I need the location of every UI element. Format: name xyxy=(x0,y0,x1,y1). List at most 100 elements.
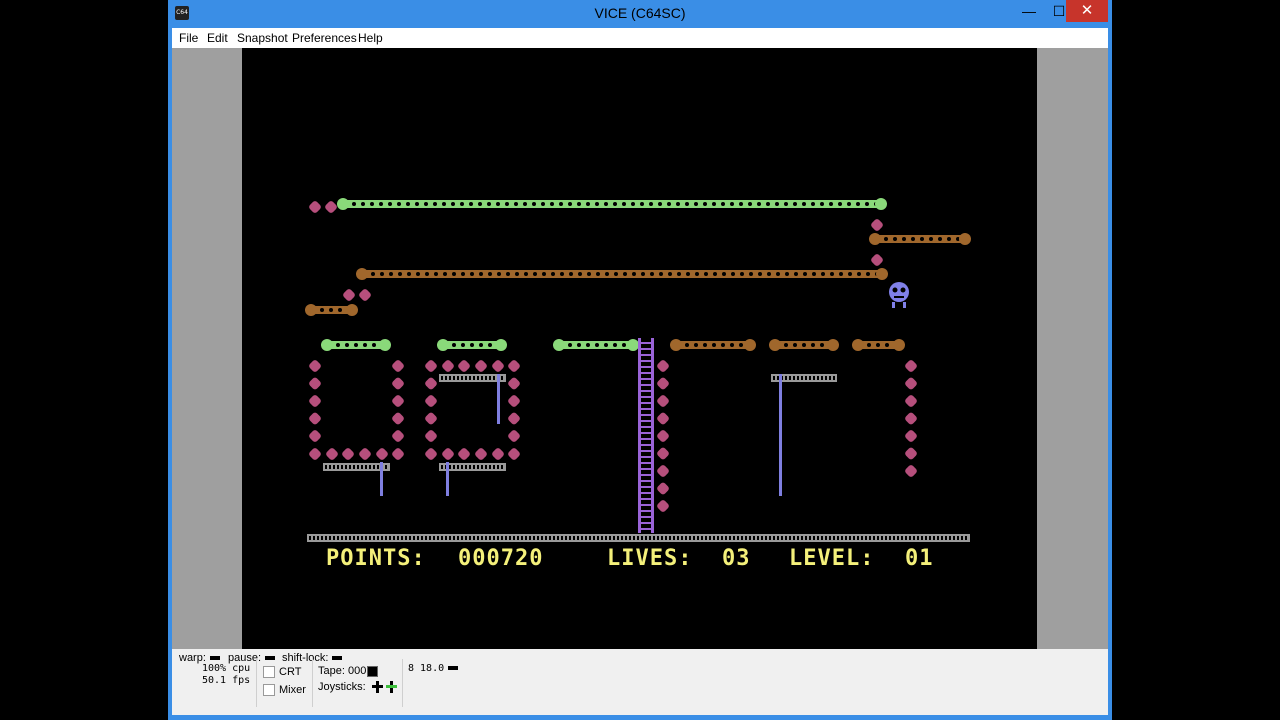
girder-hole xyxy=(333,536,335,540)
girder-hole xyxy=(385,536,387,540)
platform-end xyxy=(959,233,971,245)
platform-stud xyxy=(550,202,554,206)
girder-hole xyxy=(513,536,515,540)
platform-stud xyxy=(721,343,725,347)
girder-hole xyxy=(821,536,823,540)
girder-hole xyxy=(817,536,819,540)
girder-hole xyxy=(489,376,491,380)
crt-toggle[interactable]: CRT xyxy=(263,666,301,679)
platform-stud xyxy=(685,202,689,206)
collectible xyxy=(508,377,520,390)
platform-stud xyxy=(505,202,509,206)
platform-stud xyxy=(461,272,465,276)
platform-stud xyxy=(659,272,663,276)
girder-hole xyxy=(781,536,783,540)
collectible xyxy=(425,360,437,372)
girder-hole xyxy=(409,536,411,540)
menu-preferences[interactable]: Preferences xyxy=(292,28,357,48)
girder-hole xyxy=(457,536,459,540)
collectible xyxy=(442,448,454,460)
girder-hole xyxy=(349,465,351,469)
platform-stud xyxy=(614,272,618,276)
girder-hole xyxy=(533,536,535,540)
hud: POINTS: 000720 LIVES: 03 LEVEL: 01 xyxy=(326,546,933,571)
girder-hole xyxy=(473,536,475,540)
mixer-checkbox[interactable] xyxy=(263,684,275,697)
platform-stud xyxy=(794,272,798,276)
platform-stud xyxy=(596,272,600,276)
girder-hole xyxy=(421,536,423,540)
girder-hole xyxy=(573,536,575,540)
collectible xyxy=(425,395,437,407)
girder-hole xyxy=(953,536,955,540)
ladder-rung xyxy=(638,504,654,506)
collectible xyxy=(905,465,917,477)
platform-stud xyxy=(397,202,401,206)
girder-hole xyxy=(733,536,735,540)
platform-stud xyxy=(766,202,770,206)
girder-hole xyxy=(849,536,851,540)
girder-hole xyxy=(457,376,459,380)
platform-stud xyxy=(676,202,680,206)
player-sprite xyxy=(889,282,909,308)
menu-edit[interactable]: Edit xyxy=(207,28,228,48)
collectible xyxy=(905,412,917,425)
crt-checkbox[interactable] xyxy=(263,666,275,679)
girder-hole xyxy=(765,536,767,540)
brown-platform xyxy=(305,304,358,316)
menu-snapshot[interactable]: Snapshot xyxy=(237,28,288,48)
girder-hole xyxy=(709,536,711,540)
girder-hole xyxy=(777,536,779,540)
girder-hole xyxy=(405,536,407,540)
platform-end xyxy=(346,304,358,316)
girder-hole xyxy=(589,536,591,540)
platform-stud xyxy=(398,272,402,276)
girder-hole xyxy=(413,536,415,540)
girder-hole xyxy=(465,376,467,380)
girder-hole xyxy=(477,536,479,540)
girder-hole xyxy=(721,536,723,540)
joysticks-status[interactable]: Joysticks: xyxy=(318,680,400,694)
girder-hole xyxy=(345,465,347,469)
ladder-rung xyxy=(638,426,654,428)
minimize-icon[interactable]: — xyxy=(1014,0,1044,22)
platform-stud xyxy=(793,202,797,206)
brown-platform xyxy=(356,268,888,280)
girder-hole xyxy=(553,536,555,540)
girder-hole xyxy=(957,536,959,540)
ladder-rung xyxy=(638,438,654,440)
platform-stud xyxy=(739,202,743,206)
ladder-rung xyxy=(638,450,654,452)
girder-hole xyxy=(437,536,439,540)
menu-help[interactable]: Help xyxy=(358,28,383,48)
girder-hole xyxy=(833,376,835,380)
brown-platform xyxy=(852,339,905,351)
girder-hole xyxy=(949,536,951,540)
girder-hole xyxy=(309,536,311,540)
girder-hole xyxy=(825,376,827,380)
girder-hole xyxy=(457,465,459,469)
collectible xyxy=(392,448,404,460)
platform-stud xyxy=(406,202,410,206)
close-icon[interactable]: ✕ xyxy=(1066,0,1108,22)
c64-display[interactable]: POINTS: 000720 LIVES: 03 LEVEL: 01 xyxy=(242,48,1037,649)
menu-file[interactable]: File xyxy=(179,28,198,48)
girder-hole xyxy=(537,536,539,540)
collectible xyxy=(475,448,487,460)
platform-stud xyxy=(703,202,707,206)
title-bar[interactable]: C64 VICE (C64SC) — ☐ ✕ xyxy=(168,0,1112,28)
platform-stud xyxy=(695,272,699,276)
girder-hole xyxy=(477,376,479,380)
girder-hole xyxy=(941,536,943,540)
girder-hole xyxy=(325,536,327,540)
girder-hole xyxy=(629,536,631,540)
mixer-toggle[interactable]: Mixer xyxy=(263,684,306,697)
tape-status[interactable]: Tape: 000 xyxy=(318,665,379,677)
platform-end xyxy=(869,233,881,245)
collectible xyxy=(309,377,321,390)
rope xyxy=(380,462,383,496)
girder-hole xyxy=(525,536,527,540)
platform-stud xyxy=(622,202,626,206)
platform-end xyxy=(337,198,349,210)
girder-hole xyxy=(853,536,855,540)
